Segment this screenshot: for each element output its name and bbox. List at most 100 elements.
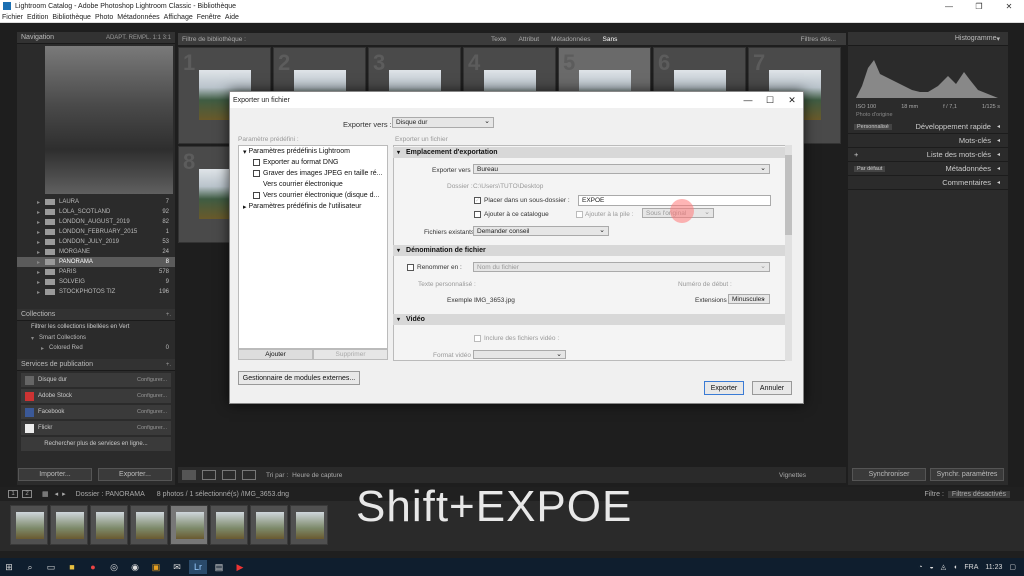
sort-select[interactable]: Heure de capture: [292, 472, 342, 479]
filmstrip-thumb[interactable]: [250, 505, 288, 545]
filmstrip-thumb[interactable]: [10, 505, 48, 545]
filter-presets[interactable]: Filtres dés...: [801, 36, 836, 43]
grid-mini-icon[interactable]: ▦: [42, 490, 49, 498]
cancel-button[interactable]: Annuler: [752, 381, 792, 395]
metadata-preset[interactable]: Par défaut: [854, 165, 886, 172]
filter-tab-metadata[interactable]: Métadonnées: [551, 36, 590, 43]
import-button[interactable]: Importer...: [18, 468, 92, 481]
filmstrip-thumb[interactable]: [50, 505, 88, 545]
export-button[interactable]: Exporter...: [98, 468, 172, 481]
video-format-select[interactable]: [473, 350, 566, 359]
filmstrip-folder[interactable]: Dossier : PANORAMA: [76, 491, 145, 498]
service-facebook[interactable]: Facebook Configurer...: [21, 405, 171, 419]
filmstrip-thumb-selected[interactable]: [170, 505, 208, 545]
metadata-header[interactable]: Par défaut Métadonnées ◂: [848, 162, 1008, 176]
menu-aide[interactable]: Aide: [225, 14, 239, 21]
back-arrow-icon[interactable]: ◂: [55, 490, 59, 498]
folder-row[interactable]: ▸ MORGANE 24: [17, 247, 175, 257]
dialog-close-button[interactable]: ✕: [781, 95, 803, 106]
collection-colored-red[interactable]: ▸ Colored Red 0: [17, 343, 175, 353]
rename-select[interactable]: Nom du fichier: [473, 262, 770, 272]
add-keyword-icon[interactable]: +: [854, 150, 858, 159]
folder-row[interactable]: ▸ LONDON_AUGUST_2019 82: [17, 217, 175, 227]
network-icon[interactable]: ◬: [941, 563, 946, 571]
dialog-maximize-button[interactable]: ☐: [759, 95, 781, 106]
service-flickr[interactable]: Flickr Configurer...: [21, 421, 171, 435]
menu-edition[interactable]: Edition: [27, 14, 48, 21]
folder-row[interactable]: ▸ LONDON_FEBRUARY_2015 1: [17, 227, 175, 237]
include-video-checkbox[interactable]: [474, 335, 481, 342]
plugin-manager-button[interactable]: Gestionnaire de modules externes...: [238, 371, 360, 385]
section-video-header[interactable]: ▾ Vidéo: [393, 314, 785, 325]
service-hard-drive[interactable]: Disque dur Configurer...: [21, 373, 171, 387]
app-icon[interactable]: ✉: [168, 560, 186, 574]
language-indicator[interactable]: FRA: [964, 564, 978, 571]
filter-tab-text[interactable]: Texte: [491, 36, 507, 43]
find-more-services-button[interactable]: Rechercher plus de services en ligne...: [21, 437, 171, 451]
filter-tab-none[interactable]: Sans: [603, 36, 618, 43]
folder-row[interactable]: ▸ LONDON_JULY_2019 53: [17, 237, 175, 247]
preset-item[interactable]: Vers courrier électronique (disque d...: [239, 190, 387, 201]
tray-icon[interactable]: ◔: [918, 564, 922, 571]
primary-window-icon[interactable]: 1: [8, 490, 18, 498]
quick-develop-header[interactable]: Personnalisé Développement rapide ◂: [848, 120, 1008, 134]
histogram-header[interactable]: Histogramme ▾: [848, 32, 1008, 46]
preset-item[interactable]: Graver des images JPEG en taille ré...: [239, 168, 387, 179]
loupe-view-icon[interactable]: [202, 470, 216, 480]
add-stack-checkbox[interactable]: [576, 211, 583, 218]
menu-fichier[interactable]: Fichier: [2, 14, 23, 21]
navigator-zoom-options[interactable]: ADAPT. REMPL. 1:1 3:1: [106, 35, 171, 41]
filter-tab-attribute[interactable]: Attribut: [519, 36, 540, 43]
task-view-icon[interactable]: ▭: [42, 560, 60, 574]
quick-develop-preset[interactable]: Personnalisé: [854, 123, 892, 130]
section-naming-header[interactable]: ▾ Dénomination de fichier: [393, 245, 785, 256]
filter-select[interactable]: Filtres désactivés: [947, 490, 1010, 498]
preset-group-lightroom[interactable]: ▾ Paramètres prédéfinis Lightroom: [239, 146, 387, 157]
dialog-minimize-button[interactable]: —: [737, 95, 759, 106]
sync-settings-button[interactable]: Synchr. paramètres: [930, 468, 1004, 481]
settings-scrollbar[interactable]: [785, 145, 792, 361]
volume-icon[interactable]: ◖: [953, 564, 957, 571]
menu-metadonnees[interactable]: Métadonnées: [117, 14, 159, 21]
extensions-select[interactable]: Minuscules: [728, 294, 770, 304]
export-confirm-button[interactable]: Exporter: [704, 381, 744, 395]
clock[interactable]: 11:23: [985, 564, 1002, 571]
menu-affichage[interactable]: Affichage: [164, 14, 193, 21]
subfolder-checkbox[interactable]: ✓: [474, 197, 481, 204]
maximize-button[interactable]: ❐: [964, 2, 994, 11]
notifications-icon[interactable]: ▢: [1009, 563, 1016, 571]
filmstrip-thumb[interactable]: [90, 505, 128, 545]
preset-group-user[interactable]: ▸ Paramètres prédéfinis de l'utilisateur: [239, 201, 387, 212]
keywords-header[interactable]: Mots-clés ◂: [848, 134, 1008, 148]
explorer-icon[interactable]: ■: [63, 560, 81, 574]
sync-button[interactable]: Synchroniser: [852, 468, 926, 481]
folder-row[interactable]: ▸ LOLA_SCOTLAND 92: [17, 207, 175, 217]
app-icon[interactable]: ◉: [126, 560, 144, 574]
navigator-preview[interactable]: [45, 46, 173, 194]
filmstrip-thumb[interactable]: [290, 505, 328, 545]
existing-files-select[interactable]: Demander conseil: [473, 226, 609, 236]
survey-view-icon[interactable]: [242, 470, 256, 480]
folder-row-selected[interactable]: ▸ PANORAMA 8: [17, 257, 175, 267]
photos-icon[interactable]: ▤: [210, 560, 228, 574]
filmstrip-thumb[interactable]: [210, 505, 248, 545]
add-preset-button[interactable]: Ajouter: [238, 349, 313, 360]
search-icon[interactable]: ⌕: [21, 560, 39, 574]
location-export-to-select[interactable]: Bureau: [473, 164, 770, 174]
preset-item[interactable]: Vers courrier électronique: [239, 179, 387, 190]
lightroom-taskbar-icon[interactable]: Lr: [189, 560, 207, 574]
comments-header[interactable]: Commentaires ◂: [848, 176, 1008, 190]
remove-preset-button[interactable]: Supprimer: [313, 349, 388, 360]
collections-header[interactable]: Collections +.: [17, 309, 175, 321]
folder-row[interactable]: ▸ STOCKPHOTOS TIZ 196: [17, 287, 175, 297]
folder-row[interactable]: ▸ SOLVEIG 9: [17, 277, 175, 287]
service-adobe-stock[interactable]: Adobe Stock Configurer...: [21, 389, 171, 403]
section-location-header[interactable]: ▾ Emplacement d'exportation: [393, 147, 785, 158]
minimize-button[interactable]: —: [934, 2, 964, 11]
collections-filter[interactable]: Filtrer les collections libellées en Ver…: [17, 321, 175, 333]
smart-collections[interactable]: ▾ Smart Collections: [17, 333, 175, 343]
close-window-button[interactable]: ✕: [994, 2, 1024, 11]
start-icon[interactable]: ⊞: [0, 560, 18, 574]
chrome-icon[interactable]: ●: [84, 560, 102, 574]
publish-services-header[interactable]: Services de publication +.: [17, 359, 175, 371]
